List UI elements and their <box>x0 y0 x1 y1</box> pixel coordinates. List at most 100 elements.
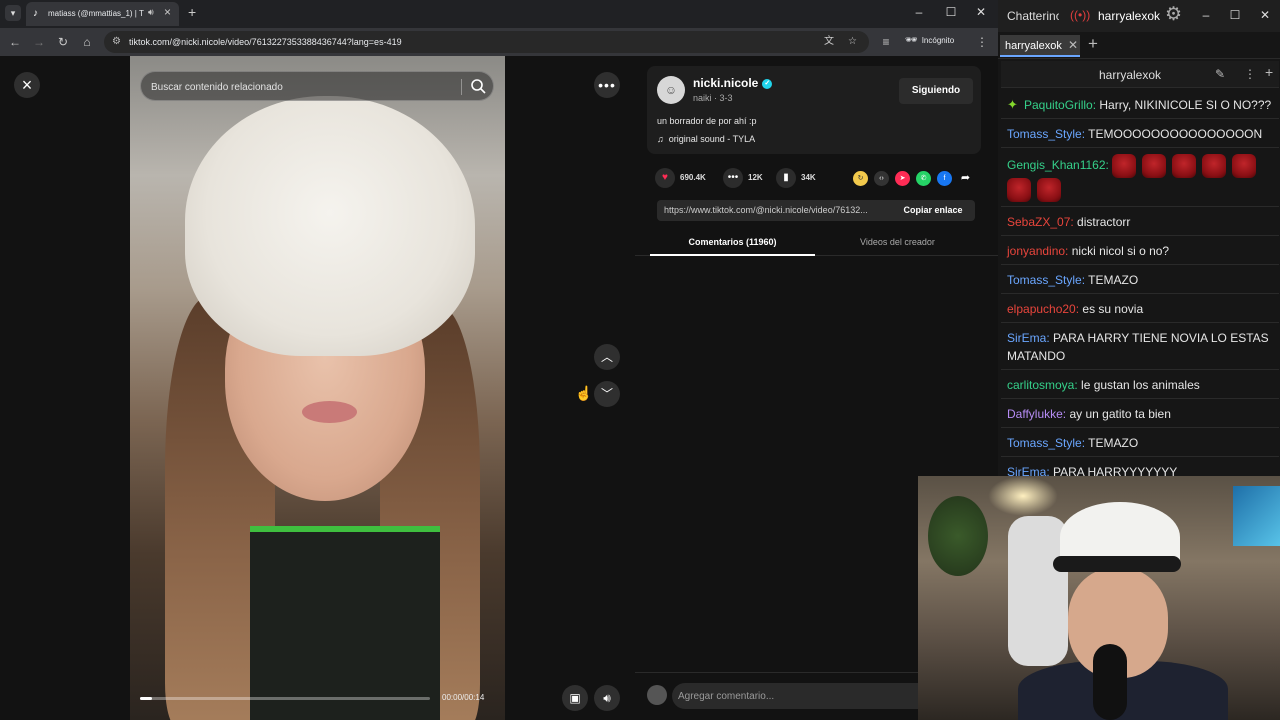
pip-button[interactable]: ▣ <box>562 685 588 711</box>
chat-username[interactable]: PaquitoGrillo: <box>1024 98 1096 112</box>
close-tab-icon[interactable]: ✕ <box>1068 39 1078 51</box>
related-search-input[interactable] <box>151 78 451 96</box>
volume-button[interactable]: 🔊︎ <box>594 685 620 711</box>
split-menu-icon[interactable]: ⋮ <box>1244 67 1256 81</box>
previous-video-button[interactable]: ︿ <box>594 344 620 370</box>
add-tab-button[interactable]: + <box>1088 35 1098 53</box>
webcam-hat-visor <box>1053 556 1181 572</box>
repost-icon[interactable]: ↻ <box>853 171 868 186</box>
comments-tabs: Comentarios (11960) Videos del creador <box>635 232 998 256</box>
heart-icon[interactable]: ♥ <box>655 168 675 188</box>
incognito-icon: 🕶︎ <box>905 35 918 46</box>
address-bar[interactable]: ⚙ tiktok.com/@nicki.nicole/video/7613227… <box>104 31 869 53</box>
back-icon[interactable]: ← <box>7 34 23 50</box>
chat-username[interactable]: SirEma: <box>1007 331 1050 345</box>
more-options-button[interactable]: ••• <box>594 72 620 98</box>
creator-username-row[interactable]: nicki.nicole ✓ <box>693 76 773 90</box>
chat-message: jonyandino: nicki nicol si o no? <box>1001 236 1279 265</box>
bookmark-icon[interactable]: ▮ <box>776 168 796 188</box>
share-link[interactable]: https://www.tiktok.com/@nicki.nicole/vid… <box>664 205 890 216</box>
tiktok-icon: ♪ <box>33 8 38 19</box>
moderation-icon[interactable]: ✎ <box>1215 67 1225 81</box>
save-action[interactable]: ▮ 34K <box>776 168 826 188</box>
creator-avatar[interactable]: ☺ <box>657 76 685 104</box>
comment-action[interactable]: ••• 12K <box>723 168 773 188</box>
new-tab-button[interactable]: + <box>188 5 196 19</box>
chat-message: Tomass_Style: TEMAZO <box>1001 265 1279 294</box>
close-tab-icon[interactable]: × <box>164 5 171 19</box>
chat-username[interactable]: SebaZX_07: <box>1007 215 1074 229</box>
browser-tab[interactable]: ♪ matiass (@mmattias_1) | TikTok 🔊︎ × <box>26 2 179 26</box>
site-info-icon[interactable]: ⚙ <box>112 36 121 48</box>
related-search-box[interactable] <box>140 71 494 101</box>
chat-username[interactable]: elpapucho20: <box>1007 302 1079 316</box>
live-broadcast-icon[interactable]: ((•)) <box>1070 8 1090 22</box>
verified-badge-icon: ✓ <box>762 78 773 89</box>
menu-icon[interactable]: ⋮ <box>974 34 990 50</box>
sound-name[interactable]: original sound - TYLA <box>669 134 755 144</box>
close-video-button[interactable]: × <box>14 72 40 98</box>
close-window-icon[interactable]: ✕ <box>972 4 990 20</box>
search-icon[interactable] <box>469 77 487 95</box>
chat-tab[interactable]: harryalexok ✕ <box>1000 35 1080 57</box>
maximize-icon[interactable]: ☐ <box>1226 8 1244 22</box>
chat-tab-label[interactable]: harryalexok <box>1005 40 1062 52</box>
emote-icon <box>1007 178 1031 202</box>
creator-username[interactable]: nicki.nicole <box>693 76 758 90</box>
next-video-button[interactable]: ﹀ <box>594 381 620 407</box>
tab-search-button[interactable]: ▾ <box>5 5 21 21</box>
chat-username[interactable]: jonyandino: <box>1007 244 1068 258</box>
webcam-overlay <box>918 476 1280 720</box>
like-action[interactable]: ♥ 690.4K <box>655 168 725 188</box>
active-tab-indicator <box>650 254 815 256</box>
facebook-icon[interactable]: f <box>937 171 952 186</box>
chat-username[interactable]: SirEma: <box>1007 465 1050 476</box>
webcam-plant <box>928 496 988 576</box>
account-name[interactable]: harryalexok <box>1098 9 1160 23</box>
comment-count: 12K <box>748 173 763 182</box>
embed-code-icon[interactable]: ‹› <box>874 171 889 186</box>
chat-message: ✦ PaquitoGrillo: Harry, NIKINICOLE SI O N… <box>1001 90 1279 119</box>
tab-creator-videos[interactable]: Videos del creador <box>815 236 980 248</box>
url-text[interactable]: tiktok.com/@nicki.nicole/video/761322735… <box>129 36 402 48</box>
maximize-icon[interactable]: ☐ <box>942 4 960 20</box>
translate-icon[interactable]: 文 <box>824 36 834 48</box>
tab-search-icon[interactable]: ≡ <box>878 34 894 50</box>
speaker-icon[interactable]: 🔊︎ <box>148 7 154 18</box>
share-arrow-icon[interactable]: ➦ <box>958 171 973 186</box>
chat-username[interactable]: Tomass_Style: <box>1007 436 1085 450</box>
bookmark-star-icon[interactable]: ☆ <box>848 36 857 48</box>
minimize-icon[interactable]: – <box>910 4 928 20</box>
chat-username[interactable]: Tomass_Style: <box>1007 273 1085 287</box>
chat-text: TEMOOOOOOOOOOOOOOON <box>1085 127 1263 141</box>
chat-messages[interactable]: ✦ PaquitoGrillo: Harry, NIKINICOLE SI O N… <box>1001 90 1279 476</box>
chat-username[interactable]: Tomass_Style: <box>1007 127 1085 141</box>
whatsapp-icon[interactable]: ✆ <box>916 171 931 186</box>
video-progress-bar[interactable] <box>140 697 430 700</box>
send-friends-icon[interactable]: ➤ <box>895 171 910 186</box>
sound-row[interactable]: ♫ original sound - TYLA <box>657 133 755 145</box>
following-button[interactable]: Siguiendo <box>899 78 973 104</box>
incognito-indicator[interactable]: 🕶︎ Incógnito <box>905 35 954 47</box>
reload-icon[interactable]: ↻ <box>55 34 71 50</box>
home-icon[interactable]: ⌂ <box>79 34 95 50</box>
add-split-icon[interactable]: + <box>1265 65 1273 79</box>
tab-comments[interactable]: Comentarios (11960) <box>650 236 815 248</box>
minimize-icon[interactable]: – <box>1197 8 1215 22</box>
video-description: un borrador de por ahí :p <box>657 116 757 126</box>
video-player[interactable] <box>130 56 505 720</box>
chat-username[interactable]: carlitosmoya: <box>1007 378 1078 392</box>
comment-bubble-icon[interactable]: ••• <box>723 168 743 188</box>
forward-icon[interactable]: → <box>31 34 47 50</box>
chat-username[interactable]: Gengis_Khan1162: <box>1007 158 1109 172</box>
copy-link-button[interactable]: Copiar enlace <box>891 200 975 221</box>
close-window-icon[interactable]: ✕ <box>1256 8 1274 22</box>
chat-username[interactable]: Daffylukke: <box>1007 407 1066 421</box>
gear-icon[interactable]: ⚙ <box>1165 5 1182 25</box>
webcam-microphone <box>1093 644 1127 720</box>
chat-text: es su novia <box>1079 302 1144 316</box>
chatterino-tabbar: harryalexok ✕ + <box>998 32 1280 59</box>
tab-title: matiass (@mmattias_1) | TikTok <box>48 9 144 18</box>
chat-text: distractorr <box>1073 215 1131 229</box>
emote-icon <box>1142 154 1167 178</box>
